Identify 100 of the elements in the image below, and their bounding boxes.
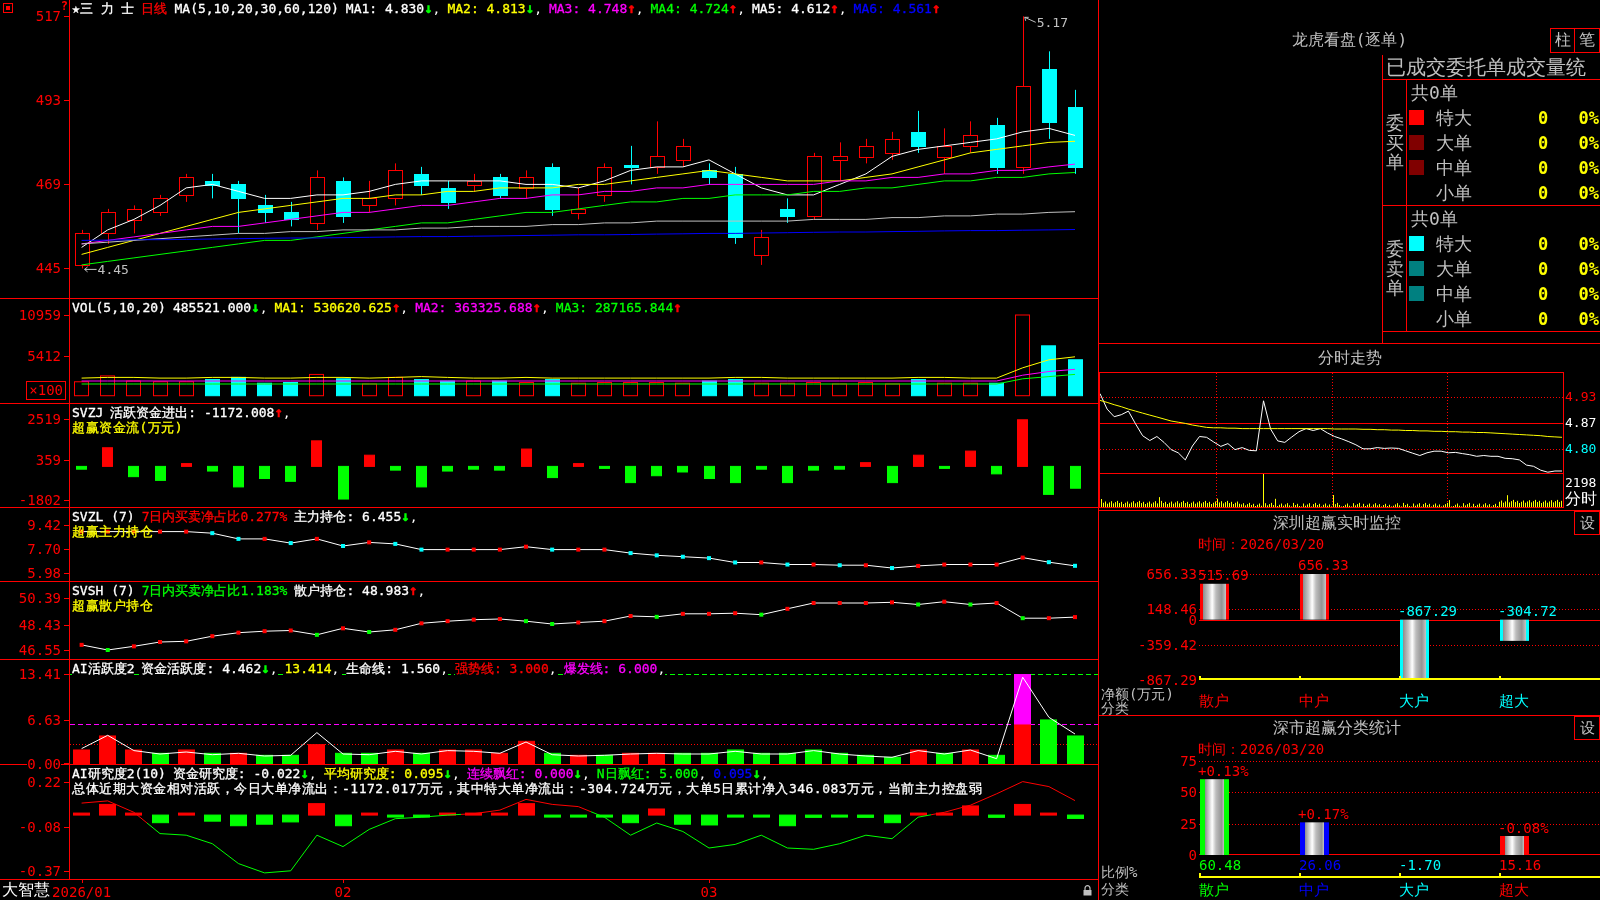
- order-size-label: 小单: [1436, 180, 1473, 205]
- axis-tick-label: 50: [1180, 786, 1197, 799]
- legend-text: MA3: 287165.844↑: [555, 300, 682, 315]
- category-label: 中户: [1299, 693, 1329, 710]
- axis-tick-label: -867.29: [1138, 674, 1197, 686]
- legend-text: 生命线: 1.560,: [346, 661, 448, 676]
- legend-text: 爆发线: 6.000,: [563, 661, 666, 676]
- axis-tick-label: 0: [1188, 849, 1197, 861]
- axis-tick-label: 656.33: [1146, 568, 1197, 580]
- axis-tick-label: -359.42: [1138, 638, 1197, 651]
- axis-tick-label: 75: [1180, 755, 1197, 767]
- legend-text: 平均研究度: 0.095↓,: [323, 766, 460, 781]
- legend-text: AI研究度2(10): [72, 766, 166, 781]
- brand-name: 大智慧: [2, 880, 50, 900]
- order-total: 共0单: [1410, 81, 1459, 105]
- legend-text: 资金研究度: -0.022↓,: [172, 766, 317, 781]
- axis-title: 分类: [1101, 701, 1129, 715]
- legend-text: 活跃资金进出: -1172.008↑,: [110, 405, 291, 420]
- volume-axis-label: 2198: [1564, 475, 1598, 491]
- axis-tick-label: 493: [35, 94, 61, 107]
- order-size-label: 大单: [1436, 130, 1473, 155]
- axis-tick-label: 2519: [27, 413, 61, 426]
- bar-value-label: 26.06: [1299, 858, 1342, 872]
- table-title: 已成交委托单成交量统: [1383, 55, 1600, 80]
- price-marker-label: 4.45: [97, 262, 129, 278]
- axis-tick-label: -0.08: [18, 821, 61, 834]
- order-share: 0%: [1577, 283, 1600, 304]
- bar-change-label: +0.17%: [1298, 806, 1349, 823]
- legend-text: MA2: 4.813↓,: [447, 1, 542, 16]
- bar-change-label: -0.08%: [1498, 820, 1549, 836]
- axis-tick-label: 4.93: [1565, 391, 1597, 404]
- legend-text: MA1: 530620.625↑,: [274, 300, 409, 315]
- order-count: 0: [1536, 283, 1550, 304]
- order-share: 0%: [1577, 132, 1600, 153]
- date-time-label: 时间：2026/03/20: [1198, 535, 1325, 552]
- order-share: 0%: [1577, 182, 1600, 203]
- legend-text: 资金活跃度: 4.462↓,: [141, 661, 278, 676]
- axis-tick-label: 4.80: [1565, 442, 1597, 455]
- panel-title: 龙虎看盘(逐单): [1291, 30, 1408, 51]
- category-label: 大户: [1399, 881, 1429, 899]
- date-label: 03: [700, 882, 718, 900]
- axis-tick-label: 10959: [18, 309, 61, 322]
- legend-text: 7日内买卖净占比0.277%: [141, 509, 288, 524]
- axis-tick-label: 5.98: [27, 566, 61, 579]
- legend-text: MA3: 4.748↑,: [548, 1, 644, 16]
- category-label: 大户: [1399, 693, 1429, 710]
- axis-tick-label: 148.46: [1146, 603, 1197, 616]
- date-label: 02: [334, 882, 352, 900]
- axis-tick-label: 0.00: [27, 758, 61, 770]
- axis-tick-label: 7.70: [27, 542, 61, 555]
- side-label: 委卖单: [1385, 238, 1404, 299]
- order-share: 0%: [1577, 308, 1600, 329]
- order-size-label: 特大: [1436, 105, 1473, 130]
- bar-change-label: +0.13%: [1198, 763, 1249, 780]
- date-label: 2026/01: [52, 882, 112, 900]
- order-size-label: 中单: [1436, 281, 1473, 306]
- axis-title: 净额(万元): [1101, 687, 1174, 701]
- bar-value-label: 656.33: [1298, 557, 1349, 573]
- axis-title: 分类: [1101, 881, 1130, 898]
- axis-tick-label: 50.39: [18, 592, 61, 604]
- axis-tick-label: -1802: [18, 494, 61, 506]
- axis-title: 比例%: [1101, 864, 1138, 881]
- legend-text: SVSH (7): [72, 583, 135, 598]
- panel-title: 分时走势: [1317, 348, 1382, 368]
- date-time-label: 时间：2026/03/20: [1198, 740, 1325, 757]
- legend-text: MA4: 4.724↑,: [650, 1, 746, 16]
- axis-tick-label: 445: [35, 262, 61, 275]
- axis-tick-label: 5412: [27, 350, 61, 362]
- order-size-label: 中单: [1436, 155, 1473, 180]
- legend-text: 485521.000↓,: [172, 300, 268, 315]
- bar-value-label: -304.72: [1498, 602, 1557, 619]
- axis-tick-label: 0.22: [27, 775, 61, 788]
- legend-text: MA1: 4.830↓,: [345, 1, 441, 16]
- legend-text: 强势线: 3.000,: [454, 661, 557, 676]
- order-total: 共0单: [1410, 207, 1459, 231]
- legend-text: 日线: [141, 1, 168, 16]
- axis-tick-label: 517: [35, 10, 61, 23]
- category-label: 散户: [1199, 881, 1229, 899]
- axis-tick-label: 9.42: [27, 518, 61, 531]
- legend-text: MA5: 4.612↑,: [752, 1, 847, 16]
- order-size-label: 大单: [1436, 256, 1473, 281]
- axis-tick-label: 469: [35, 178, 61, 191]
- indicator-caption: 超赢资金流(万元): [72, 420, 184, 436]
- category-label: 超大: [1499, 693, 1529, 710]
- legend-text: 连续飘红: 0.000↓,: [466, 766, 590, 781]
- order-share: 0%: [1577, 258, 1600, 279]
- category-label: 超大: [1499, 881, 1529, 899]
- order-count: 0: [1536, 308, 1550, 329]
- legend-text: AI活跃度2: [72, 661, 135, 676]
- order-size-label: 特大: [1436, 231, 1473, 256]
- indicator-caption: 总体近期大资金相对活跃，今日大单净流出：-1172.017万元，其中特大单净流出：-304.724万元，大单5日累计净入346.083万元，当前主力控盘弱: [72, 781, 983, 797]
- legend-text: VOL(5,10,20): [72, 300, 166, 315]
- unit-label: ×100: [26, 381, 66, 400]
- category-label: 中户: [1299, 881, 1329, 899]
- axis-tick-label: 13.41: [18, 668, 61, 681]
- axis-tick-label: -0.37: [18, 865, 61, 878]
- bar-value-label: -1.70: [1399, 858, 1442, 872]
- axis-tick-label: 359: [35, 453, 61, 466]
- legend-text: 7日内买卖净占比1.183%: [141, 583, 288, 598]
- axis-tick-label: 4.87: [1565, 417, 1597, 429]
